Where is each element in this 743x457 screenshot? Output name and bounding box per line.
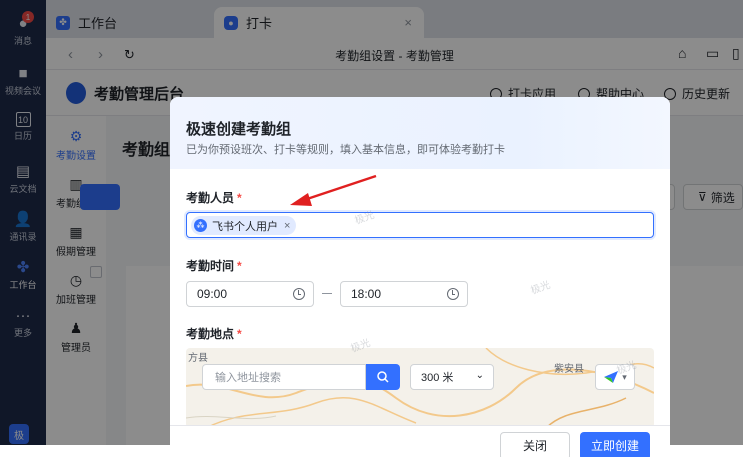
annotation-arrow <box>290 174 377 206</box>
